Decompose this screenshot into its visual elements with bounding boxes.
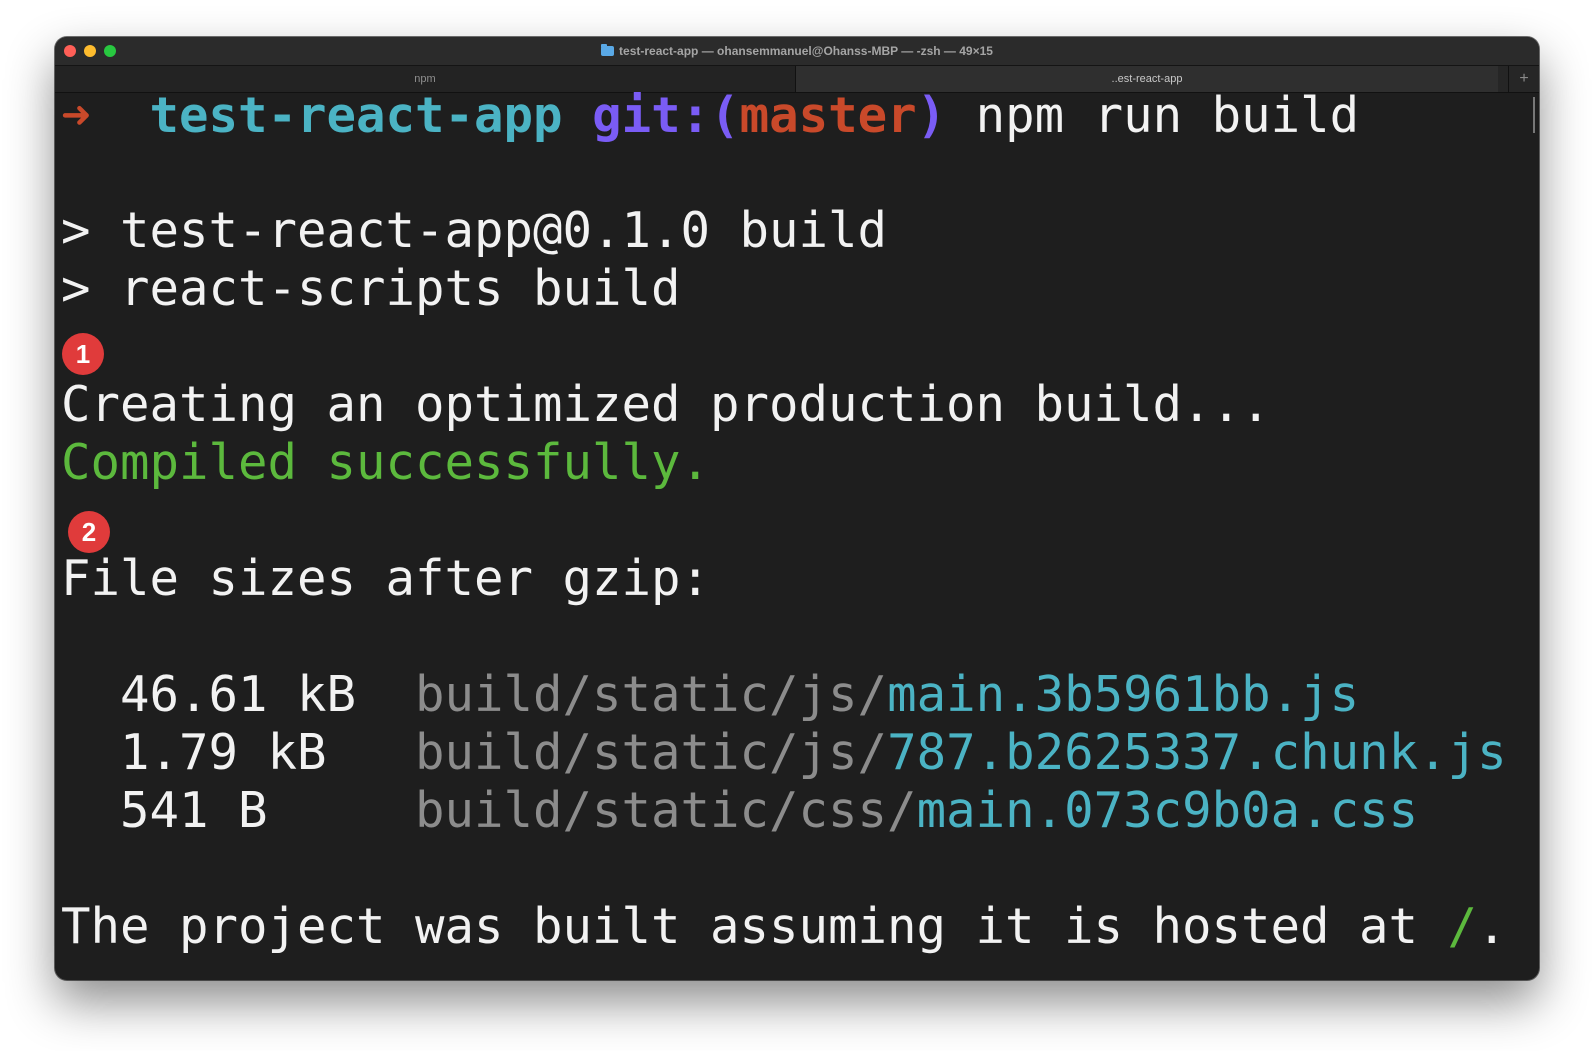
hosted-path: /: [1447, 898, 1478, 955]
file-size: 46.61 kB: [120, 666, 357, 723]
prompt-arrow-icon: ➜: [61, 87, 91, 144]
annotation-badge-1: 1: [62, 333, 104, 375]
window-title: test-react-app — ohansemmanuel@Ohanss-MB…: [55, 44, 1539, 58]
window-title-text: test-react-app — ohansemmanuel@Ohanss-MB…: [619, 44, 993, 58]
file-row-main-js: 46.61 kB build/static/js/main.3b5961bb.j…: [61, 665, 1359, 725]
prompt-command: npm run build: [975, 87, 1360, 144]
hosted-suffix: .: [1477, 898, 1507, 955]
file-sizes-header: File sizes after gzip:: [61, 550, 711, 607]
folder-icon: [601, 44, 615, 56]
script-line-1: > test-react-app@0.1.0 build: [61, 202, 888, 259]
scroll-indicator: [1533, 97, 1535, 133]
file-size: 1.79 kB: [120, 724, 327, 781]
script-line-2: > react-scripts build: [61, 260, 681, 317]
file-row-main-css: 541 B build/static/css/main.073c9b0a.css: [61, 781, 1418, 841]
hosted-line: The project was built assuming it is hos…: [61, 897, 1507, 957]
terminal-output[interactable]: ➜ test-react-app git:(master) npm run bu…: [55, 87, 1539, 980]
creating-build-line: Creating an optimized production build..…: [61, 376, 1271, 433]
annotation-badge-2: 2: [68, 511, 110, 553]
tab-npm-label: npm: [414, 73, 436, 85]
hosted-prefix: The project was built assuming it is hos…: [61, 898, 1448, 955]
file-name: main.3b5961bb.js: [887, 666, 1360, 723]
compiled-success-line: Compiled successfully.: [61, 434, 711, 491]
file-size: 541 B: [120, 782, 268, 839]
prompt-directory: test-react-app: [149, 87, 563, 144]
tab-test-react-app-label: ..est-react-app: [1111, 73, 1183, 85]
prompt-line: ➜ test-react-app git:(master) npm run bu…: [61, 86, 1359, 146]
file-name: main.073c9b0a.css: [916, 782, 1419, 839]
file-dir: build/static/css/: [415, 782, 917, 839]
terminal-window: test-react-app — ohansemmanuel@Ohanss-MB…: [55, 37, 1539, 980]
prompt-branch: master: [739, 87, 917, 144]
prompt-git-close: ): [916, 87, 947, 144]
file-dir: build/static/js/: [415, 666, 888, 723]
prompt-git-label: git:(: [592, 87, 740, 144]
title-bar[interactable]: test-react-app — ohansemmanuel@Ohanss-MB…: [55, 37, 1539, 66]
file-row-chunk-js: 1.79 kB build/static/js/787.b2625337.chu…: [61, 723, 1507, 783]
file-dir: build/static/js/: [415, 724, 888, 781]
file-name: 787.b2625337.chunk.js: [887, 724, 1507, 781]
new-tab-button[interactable]: +: [1508, 66, 1539, 92]
